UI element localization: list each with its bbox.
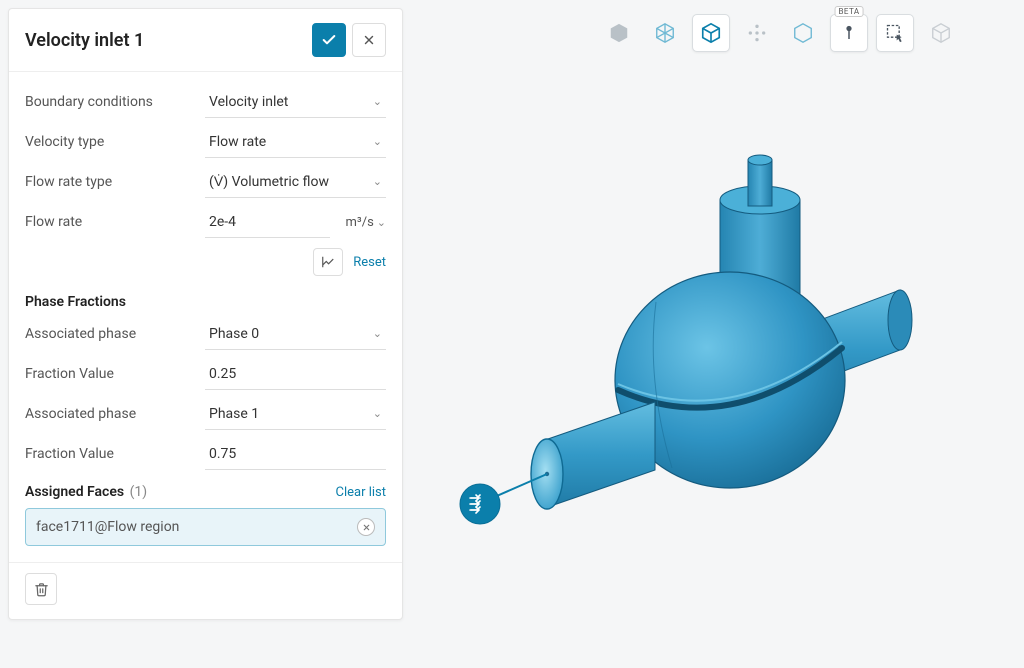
label-fraction-0: Fraction Value (25, 366, 205, 382)
close-button[interactable] (352, 23, 386, 57)
tool-probe-beta[interactable]: BETA (830, 14, 868, 52)
chart-button[interactable] (313, 248, 343, 276)
select-phase-0[interactable]: Phase 0 ⌄ (205, 318, 386, 350)
cube-wire-icon (654, 22, 676, 44)
chart-icon (321, 255, 335, 269)
face-chip-label: face1711@Flow region (36, 519, 179, 535)
select-value: Phase 1 (209, 406, 259, 422)
panel-footer (9, 562, 402, 619)
panel-body: Boundary conditions Velocity inlet ⌄ Vel… (9, 72, 402, 562)
cube-solid-icon (608, 22, 630, 44)
input-flow-rate[interactable]: 2e-4 (205, 206, 330, 238)
select-value: Velocity inlet (209, 94, 288, 110)
chevron-down-icon: ⌄ (373, 327, 382, 340)
model-illustration (420, 70, 1020, 630)
cube-outline-icon (792, 22, 814, 44)
select-box-icon (885, 23, 905, 43)
select-value: Flow rate (209, 134, 266, 150)
close-icon (362, 523, 371, 532)
select-flow-rate-type[interactable]: (V̇) Volumetric flow ⌄ (205, 166, 386, 198)
unit-label: m³/s (346, 215, 374, 230)
label-flow-rate-type: Flow rate type (25, 174, 205, 190)
row-fraction-0: Fraction Value 0.25 (25, 354, 386, 394)
chevron-down-icon: ⌄ (373, 407, 382, 420)
select-velocity-type[interactable]: Flow rate ⌄ (205, 126, 386, 158)
section-phase-fractions: Phase Fractions (25, 286, 386, 314)
label-boundary-conditions: Boundary conditions (25, 94, 205, 110)
clear-list-link[interactable]: Clear list (335, 485, 386, 500)
label-fraction-1: Fraction Value (25, 446, 205, 462)
input-value: 2e-4 (209, 214, 236, 230)
row-assigned-faces: Assigned Faces (1) Clear list (25, 474, 386, 508)
row-velocity-type: Velocity type Flow rate ⌄ (25, 122, 386, 162)
tool-cube-wire-light[interactable] (646, 14, 684, 52)
confirm-button[interactable] (312, 23, 346, 57)
properties-panel: Velocity inlet 1 Boundary conditions Vel… (8, 8, 403, 620)
beta-badge: BETA (835, 6, 864, 17)
remove-face-button[interactable] (357, 518, 375, 536)
panel-header: Velocity inlet 1 (9, 9, 402, 72)
row-fraction-1: Fraction Value 0.75 (25, 434, 386, 474)
input-fraction-1[interactable]: 0.75 (205, 438, 386, 470)
row-phase-0: Associated phase Phase 0 ⌄ (25, 314, 386, 354)
trash-icon (34, 582, 49, 597)
label-associated-phase-0: Associated phase (25, 326, 205, 342)
tool-select-box[interactable] (876, 14, 914, 52)
tool-cube-solid[interactable] (600, 14, 638, 52)
cube-faded-icon (930, 22, 952, 44)
label-flow-rate: Flow rate (25, 214, 205, 230)
row-flow-rate-type: Flow rate type (V̇) Volumetric flow ⌄ (25, 162, 386, 202)
reset-link[interactable]: Reset (353, 255, 386, 270)
tool-nodes[interactable] (738, 14, 776, 52)
chevron-down-icon: ⌄ (373, 175, 382, 188)
panel-title: Velocity inlet 1 (25, 30, 306, 51)
check-icon (321, 32, 337, 48)
face-chip[interactable]: face1711@Flow region (25, 508, 386, 546)
probe-icon (840, 22, 858, 44)
select-value: (V̇) Volumetric flow (209, 173, 329, 190)
close-icon (362, 33, 376, 47)
row-phase-1: Associated phase Phase 1 ⌄ (25, 394, 386, 434)
label-associated-phase-1: Associated phase (25, 406, 205, 422)
label-assigned-faces: Assigned Faces (25, 484, 124, 500)
select-value: Phase 0 (209, 326, 259, 342)
row-flow-rate: Flow rate 2e-4 m³/s ⌄ (25, 202, 386, 242)
delete-button[interactable] (25, 573, 57, 605)
row-reset: Reset (25, 242, 386, 286)
nodes-icon (747, 23, 767, 43)
assigned-faces-count: (1) (130, 484, 148, 500)
viewport-3d[interactable] (420, 70, 1024, 668)
tool-cube-faded[interactable] (922, 14, 960, 52)
input-value: 0.75 (209, 446, 236, 462)
input-value: 0.25 (209, 366, 236, 382)
input-fraction-0[interactable]: 0.25 (205, 358, 386, 390)
label-velocity-type: Velocity type (25, 134, 205, 150)
view-toolbar: BETA (600, 14, 960, 52)
tool-cube-outline[interactable] (784, 14, 822, 52)
chevron-down-icon: ⌄ (373, 135, 382, 148)
cube-wire-icon (700, 22, 722, 44)
select-boundary-conditions[interactable]: Velocity inlet ⌄ (205, 86, 386, 118)
chevron-down-icon: ⌄ (377, 216, 386, 229)
unit-select-flow-rate[interactable]: m³/s ⌄ (336, 215, 386, 230)
select-phase-1[interactable]: Phase 1 ⌄ (205, 398, 386, 430)
tool-cube-wire-active[interactable] (692, 14, 730, 52)
row-boundary-conditions: Boundary conditions Velocity inlet ⌄ (25, 82, 386, 122)
chevron-down-icon: ⌄ (373, 95, 382, 108)
